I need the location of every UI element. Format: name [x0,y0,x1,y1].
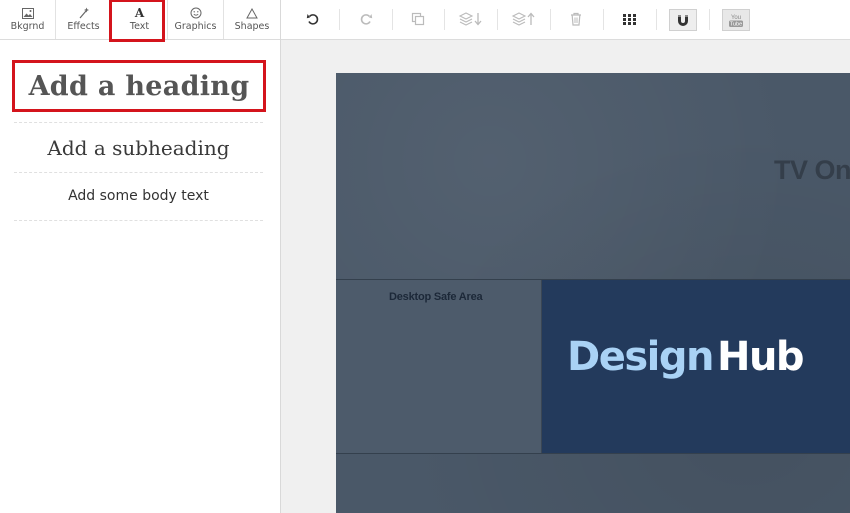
bring-forward-button[interactable] [510,8,538,30]
duplicate-icon [411,12,425,26]
logo-part-design: Design [567,334,714,380]
channel-art-band: Desktop Safe Area Design Hub [336,279,850,454]
toolbar-divider [656,9,657,30]
desktop-safe-area-label: Desktop Safe Area [389,291,483,303]
add-body-text-button[interactable]: Add some body text [14,172,263,221]
add-body-text-label: Add some body text [68,188,209,204]
add-subheading-label: Add a subheading [47,135,230,160]
toolbar-divider [444,9,445,30]
youtube-icon: You Tube [729,15,743,28]
tv-area-label: TV On [774,155,850,185]
toolbar-divider [497,9,498,30]
add-subheading-button[interactable]: Add a subheading [14,122,263,173]
undo-button[interactable] [302,8,324,30]
tab-label: Graphics [174,21,217,32]
text-icon: A [134,6,145,20]
magic-wand-icon [56,7,111,19]
tab-label: Effects [67,21,100,32]
grid-button[interactable] [618,8,640,30]
undo-icon [306,14,319,25]
duplicate-button[interactable] [407,8,429,30]
toolbar-divider [550,9,551,30]
svg-text:Tube: Tube [730,22,742,28]
tab-effects[interactable]: Effects [56,0,112,39]
design-canvas[interactable]: TV On Desktop Safe Area Design Hub [336,73,850,513]
logo-part-hub: Hub [716,334,805,380]
left-panel: Bkgrnd Effects A Text Graphics Shapes Ad… [0,0,281,513]
tab-text[interactable]: A Text [112,0,168,39]
smiley-icon [168,7,223,19]
editor-toolbar: You Tube [281,0,850,40]
tab-shapes[interactable]: Shapes [224,0,280,39]
delete-icon [571,12,581,26]
delete-button[interactable] [565,8,587,30]
svg-text:You: You [731,15,741,21]
tab-label: Shapes [234,21,270,32]
triangle-icon [224,7,280,19]
redo-button[interactable] [355,8,377,30]
toolbar-divider [709,9,710,30]
redo-icon [360,14,373,25]
bring-forward-icon [511,12,535,26]
image-icon [0,7,55,19]
grid-icon [622,13,636,25]
add-heading-button[interactable]: Add a heading [12,60,266,112]
panel-tabbar: Bkgrnd Effects A Text Graphics Shapes [0,0,280,40]
toolbar-divider [392,9,393,30]
tab-background[interactable]: Bkgrnd [0,0,56,39]
desktop-safe-area: Desktop Safe Area [336,280,542,453]
designhub-logo: Design Hub [567,334,805,380]
tab-label: Bkgrnd [10,21,45,32]
tab-graphics[interactable]: Graphics [168,0,224,39]
snap-magnet-button[interactable] [669,9,697,31]
magnet-icon [678,14,688,26]
send-backward-icon [458,12,482,26]
toolbar-divider [603,9,604,30]
youtube-button[interactable]: You Tube [722,9,750,31]
toolbar-divider [339,9,340,30]
logo-block[interactable]: Design Hub [542,280,850,453]
tab-label: Text [129,21,150,32]
add-heading-label: Add a heading [28,70,250,102]
send-backward-button[interactable] [457,8,485,30]
